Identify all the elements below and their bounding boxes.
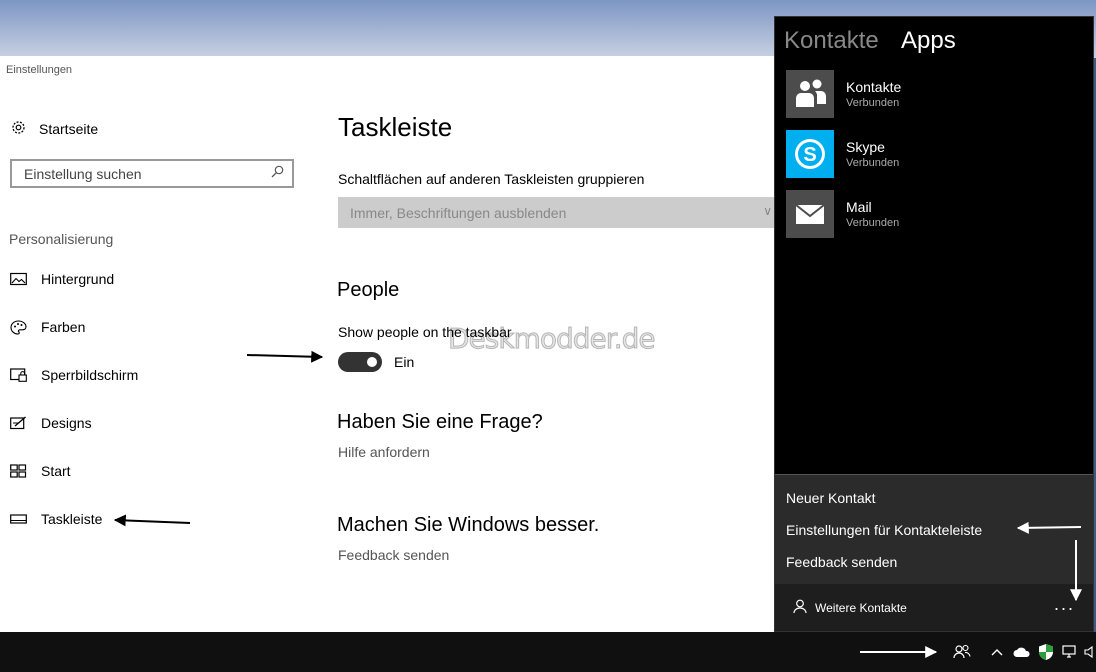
nav-item-label: Sperrbildschirm — [41, 367, 139, 383]
group-buttons-label: Schaltflächen auf anderen Taskleisten gr… — [338, 171, 645, 187]
nav-home-label: Startseite — [39, 121, 99, 137]
nav-item-hintergrund[interactable]: Hintergrund — [10, 271, 114, 287]
watermark: Deskmodder.de — [448, 322, 657, 356]
people-bottom-bar: Weitere Kontakte ... — [775, 584, 1093, 631]
app-status: Verbunden — [846, 157, 900, 169]
nav-item-sperrbildschirm[interactable]: Sperrbildschirm — [10, 367, 138, 383]
app-status: Verbunden — [846, 217, 900, 229]
window-title: Einstellungen — [6, 64, 73, 76]
menu-people-settings[interactable]: Einstellungen für Kontakteleiste — [786, 522, 982, 538]
page-title: Taskleiste — [338, 112, 453, 142]
taskbar-icon — [10, 512, 27, 526]
nav-item-farben[interactable]: Farben — [10, 319, 85, 335]
people-panel: Kontakte Apps Kontakte Verbunden S Skype… — [774, 16, 1094, 632]
people-toggle[interactable] — [338, 352, 382, 372]
group-buttons-dropdown[interactable]: Immer, Beschriftungen ausblenden ∨ — [338, 197, 780, 228]
improve-heading: Machen Sie Windows besser. — [337, 514, 600, 536]
people-menu: Neuer Kontakt Einstellungen für Kontakte… — [775, 474, 1093, 585]
nav-item-label: Farben — [41, 319, 86, 335]
app-row-skype[interactable]: S Skype Verbunden — [786, 130, 899, 178]
nav-item-label: Start — [41, 463, 71, 479]
chevron-up-icon[interactable] — [987, 642, 1007, 662]
mail-icon — [786, 190, 834, 238]
search-box[interactable] — [10, 159, 294, 188]
more-contacts-label: Weitere Kontakte — [815, 601, 907, 615]
people-icon — [786, 70, 834, 118]
tab-apps[interactable]: Apps — [901, 27, 956, 55]
menu-new-contact[interactable]: Neuer Kontakt — [786, 490, 876, 506]
network-icon[interactable] — [1060, 642, 1080, 662]
search-icon — [271, 165, 284, 183]
chevron-down-icon: ∨ — [763, 204, 772, 218]
question-heading: Haben Sie eine Frage? — [337, 411, 543, 433]
app-row-kontakte[interactable]: Kontakte Verbunden — [786, 70, 901, 118]
nav-item-label: Taskleiste — [41, 511, 103, 527]
search-input[interactable] — [22, 164, 266, 183]
volume-icon[interactable] — [1080, 642, 1096, 662]
more-contacts-button[interactable]: Weitere Kontakte — [793, 599, 907, 617]
taskbar — [0, 632, 1096, 672]
nav-item-label: Designs — [41, 415, 92, 431]
app-status: Verbunden — [846, 97, 900, 109]
tab-contacts[interactable]: Kontakte — [784, 27, 879, 55]
app-text: Mail Verbunden — [846, 199, 899, 229]
app-name: Kontakte — [846, 79, 902, 95]
lock-screen-icon — [10, 368, 27, 382]
people-taskbar-icon[interactable] — [952, 642, 972, 662]
nav-item-label: Hintergrund — [41, 271, 115, 287]
app-name: Skype — [846, 139, 885, 155]
nav-item-designs[interactable]: Designs — [10, 415, 92, 431]
menu-feedback[interactable]: Feedback senden — [786, 554, 897, 570]
person-icon — [793, 599, 807, 617]
people-heading: People — [337, 279, 400, 301]
picture-icon — [10, 272, 27, 286]
app-row-mail[interactable]: Mail Verbunden — [786, 190, 899, 238]
dropdown-value: Immer, Beschriftungen ausblenden — [350, 204, 567, 221]
nav-home[interactable]: Startseite — [10, 119, 98, 139]
gear-icon — [10, 119, 27, 139]
start-icon — [10, 464, 27, 478]
toggle-knob — [367, 357, 377, 367]
themes-icon — [10, 416, 27, 430]
defender-icon[interactable] — [1036, 642, 1056, 662]
section-label: Personalisierung — [9, 231, 114, 247]
nav-item-taskleiste[interactable]: Taskleiste — [10, 511, 102, 527]
skype-icon: S — [786, 130, 834, 178]
people-toggle-state: Ein — [394, 354, 415, 370]
svg-text:S: S — [803, 144, 816, 166]
settings-window: Einstellungen Startseite Personalisierun… — [0, 56, 780, 634]
help-link[interactable]: Hilfe anfordern — [338, 444, 430, 460]
onedrive-icon[interactable] — [1012, 642, 1032, 662]
app-text: Kontakte Verbunden — [846, 79, 901, 109]
feedback-link[interactable]: Feedback senden — [338, 547, 449, 563]
palette-icon — [10, 320, 27, 335]
nav-item-start[interactable]: Start — [10, 463, 71, 479]
app-name: Mail — [846, 199, 872, 215]
app-text: Skype Verbunden — [846, 139, 899, 169]
more-options-button[interactable]: ... — [1054, 594, 1075, 615]
